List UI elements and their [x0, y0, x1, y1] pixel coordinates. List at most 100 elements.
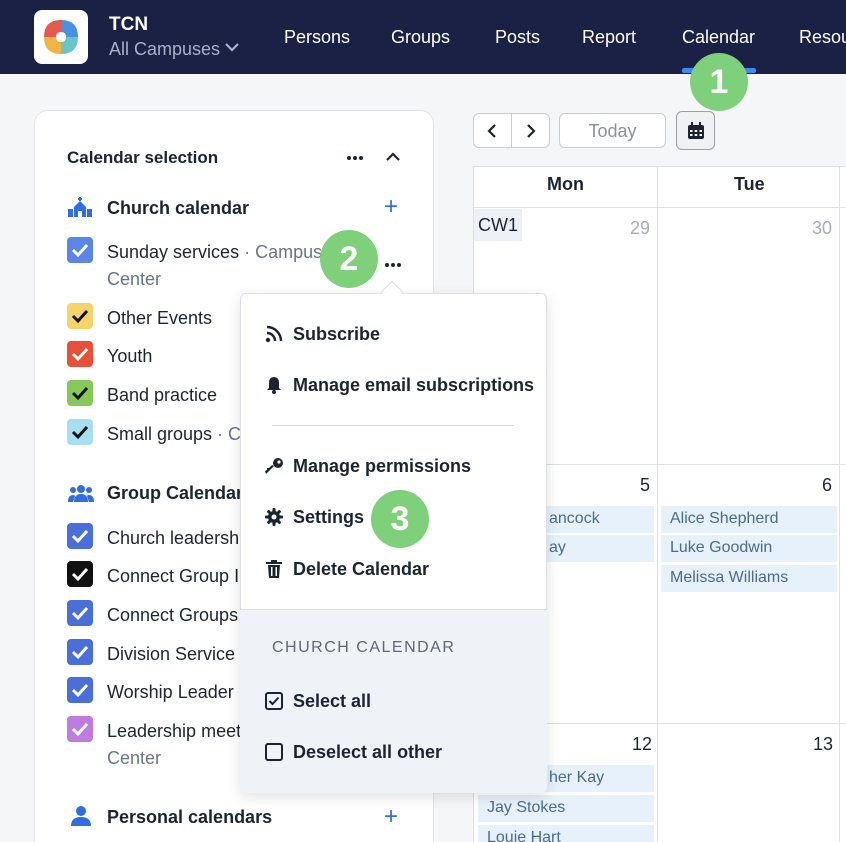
calendar-item-church-leadership[interactable]: Church leadersh — [107, 528, 239, 549]
collapse-chevron-icon[interactable] — [385, 151, 401, 163]
calendar-item-campus-line2: Center — [107, 269, 162, 289]
group-icon — [68, 485, 94, 502]
checkmark-icon — [71, 645, 89, 660]
day-header-mon: Mon — [547, 174, 584, 194]
rss-icon — [265, 325, 283, 343]
calendar-item-campus-line2: Center — [107, 748, 162, 768]
menu-item-label: Manage permissions — [293, 455, 472, 476]
calendar-event[interactable]: Louie Hart — [478, 825, 654, 842]
calendar-event[interactable]: Melissa Williams — [661, 565, 837, 592]
checkmark-icon — [71, 683, 89, 698]
checkbox-small-groups[interactable] — [67, 419, 93, 445]
checkbox-connect-groups[interactable] — [67, 600, 93, 626]
checkbox-church-leadership[interactable] — [67, 523, 93, 549]
date-number[interactable]: 29 — [630, 218, 650, 239]
calendar-icon — [688, 122, 704, 139]
date-number[interactable]: 12 — [632, 734, 652, 755]
checkbox-connect-group[interactable] — [67, 561, 93, 587]
step-badge-1: 1 — [690, 53, 748, 111]
nav-groups[interactable]: Groups — [391, 27, 450, 48]
calendar-item-connect-group[interactable]: Connect Group I — [107, 566, 239, 587]
panel-title: Calendar selection — [67, 148, 219, 167]
date-number[interactable]: 6 — [822, 475, 832, 496]
nav-report[interactable]: Report — [582, 27, 636, 48]
calendar-item-connect-groups[interactable]: Connect Groups — [107, 605, 238, 626]
calendar-event[interactable]: ay — [540, 535, 654, 562]
checkbox-leadership-meeting[interactable] — [67, 716, 93, 742]
menu-item-label: Delete Calendar — [293, 558, 430, 579]
app-logo[interactable] — [34, 10, 88, 64]
menu-item-label: Settings — [293, 506, 365, 527]
menu-item-delete-calendar[interactable]: Delete Calendar — [264, 554, 429, 584]
calendar-event[interactable]: her Kay — [540, 765, 654, 792]
menu-item-manage-email-subscriptions[interactable]: Manage email subscriptions — [264, 370, 534, 400]
calendar-item-sunday-services[interactable]: Sunday services · Campus — [107, 242, 322, 263]
add-personal-calendar-button[interactable]: + — [384, 805, 398, 829]
date-number[interactable]: 5 — [640, 475, 650, 496]
checkmark-icon — [71, 425, 89, 440]
column-divider — [839, 166, 840, 842]
calendar-event[interactable]: Alice Shepherd — [661, 506, 837, 533]
nav-resources[interactable]: Resou — [799, 27, 846, 48]
date-number[interactable]: 13 — [813, 734, 833, 755]
next-button[interactable] — [511, 113, 550, 148]
calendar-item-leadership-meeting[interactable]: Leadership meet — [107, 721, 241, 742]
menu-item-label: Manage email subscriptions — [293, 374, 535, 395]
step-badge-2: 2 — [320, 230, 378, 288]
date-number[interactable]: 30 — [812, 218, 832, 239]
calendar-item-band-practice[interactable]: Band practice — [107, 385, 217, 406]
calendar-event[interactable]: Luke Goodwin — [661, 535, 837, 562]
calendar-item-youth[interactable]: Youth — [107, 346, 152, 367]
checkmark-icon — [71, 606, 89, 621]
calendar-item-worship-leader[interactable]: Worship Leader — [107, 682, 234, 703]
step-badge-3: 3 — [371, 490, 429, 548]
checkbox-division-service[interactable] — [67, 639, 93, 665]
checkbox-youth[interactable] — [67, 341, 93, 367]
trash-icon — [266, 560, 282, 578]
campus-selector[interactable]: All Campuses — [109, 39, 220, 60]
calendar-item-division-service[interactable]: Division Service — [107, 644, 235, 665]
calendar-event[interactable]: Jay Stokes — [478, 795, 654, 822]
checked-box-icon — [265, 692, 283, 710]
menu-item-manage-permissions[interactable]: Manage permissions — [264, 451, 471, 481]
menu-item-select-all[interactable]: Select all — [264, 686, 371, 716]
date-picker-button[interactable] — [676, 111, 715, 150]
group-calendar-heading: Group Calendar — [107, 483, 244, 503]
checkbox-sunday-services[interactable] — [67, 237, 93, 263]
more-options-icon[interactable] — [346, 155, 364, 161]
gear-icon — [265, 508, 283, 526]
personal-calendars-heading: Personal calendars — [107, 807, 273, 827]
bell-icon — [267, 377, 281, 394]
today-button[interactable]: Today — [559, 113, 666, 148]
checkbox-worship-leader[interactable] — [67, 677, 93, 703]
calendar-item-more-icon[interactable] — [384, 262, 402, 268]
menu-item-subscribe[interactable]: Subscribe — [264, 319, 380, 349]
person-icon — [71, 806, 91, 826]
menu-footer-title: CHURCH CALENDAR — [272, 639, 456, 656]
day-header-tue: Tue — [734, 174, 765, 194]
calendar-item-campus: · C — [212, 424, 242, 444]
checkmark-icon — [71, 386, 89, 401]
menu-item-label: Subscribe — [293, 323, 381, 344]
nav-persons[interactable]: Persons — [284, 27, 350, 48]
checkbox-other-events[interactable] — [67, 303, 93, 329]
key-icon — [265, 458, 283, 474]
calendar-item-label: Sunday services — [107, 242, 240, 262]
nav-calendar[interactable]: Calendar — [682, 27, 755, 48]
organization-name: TCN — [109, 14, 149, 35]
menu-item-deselect-all-other[interactable]: Deselect all other — [264, 737, 442, 767]
calendar-event[interactable]: ancock — [540, 506, 654, 533]
nav-posts[interactable]: Posts — [495, 27, 540, 48]
calendar-item-small-groups[interactable]: Small groups · C — [107, 424, 241, 445]
checkmark-icon — [71, 347, 89, 362]
calendar-item-other-events[interactable]: Other Events — [107, 308, 212, 329]
menu-item-settings[interactable]: Settings — [264, 502, 364, 532]
week-number: CW1 — [474, 209, 522, 241]
checkmark-icon — [71, 529, 89, 544]
add-church-calendar-button[interactable]: + — [384, 195, 398, 219]
checkmark-icon — [71, 722, 89, 737]
row-divider — [473, 207, 846, 208]
previous-button[interactable] — [473, 113, 512, 148]
checkbox-band-practice[interactable] — [67, 380, 93, 406]
chevron-down-icon[interactable] — [224, 41, 240, 53]
